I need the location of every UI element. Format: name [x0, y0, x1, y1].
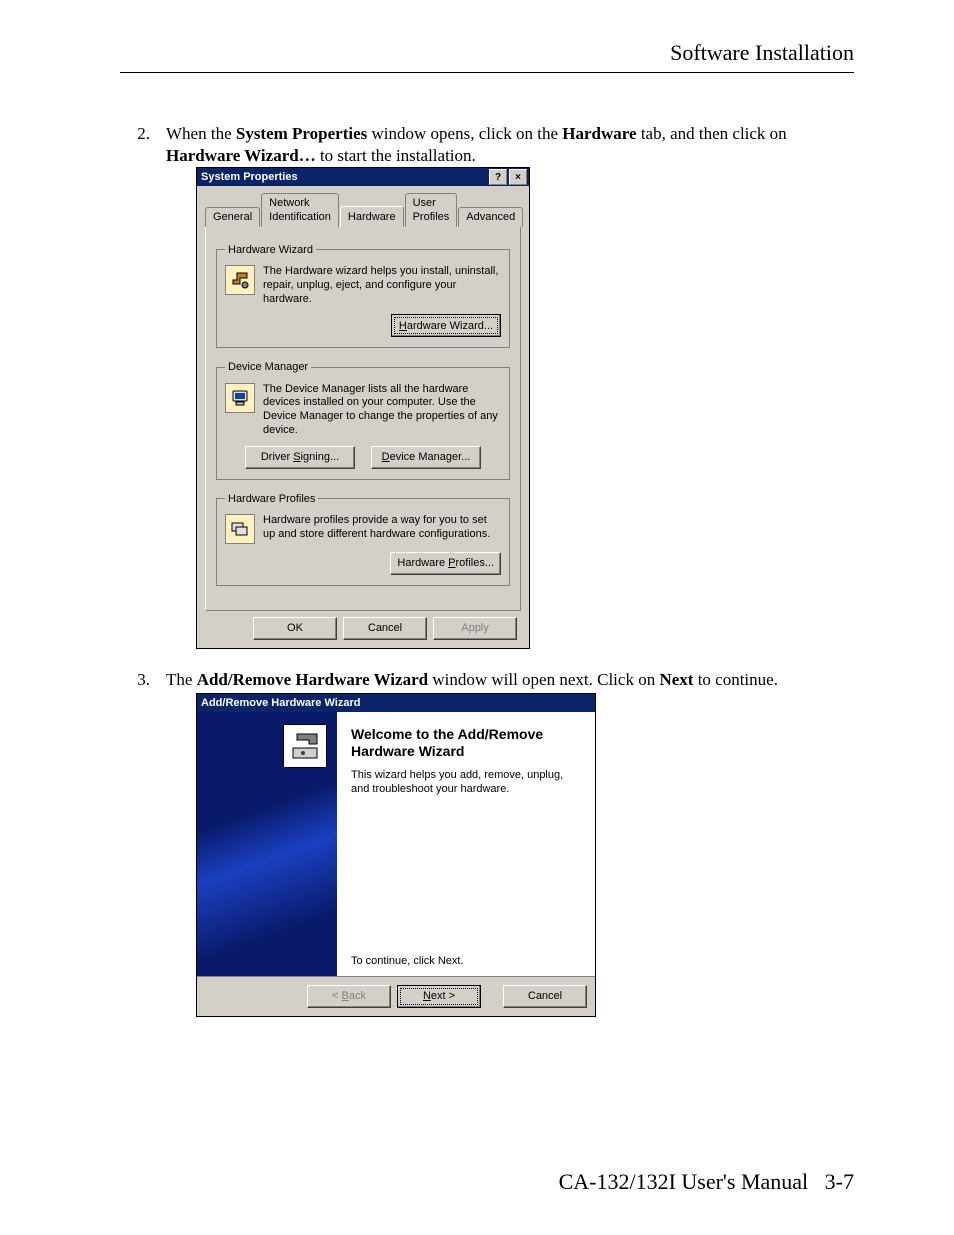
instruction-step-2: 2. When the System Properties window ope…	[120, 123, 854, 649]
tab-general[interactable]: General	[205, 207, 260, 226]
group-text: Hardware profiles provide a way for you …	[263, 514, 501, 544]
driver-signing-button[interactable]: Driver Signing...	[245, 446, 355, 469]
help-icon[interactable]: ?	[489, 169, 507, 185]
group-legend: Hardware Wizard	[225, 243, 316, 257]
wizard-heading: Welcome to the Add/Remove Hardware Wizar…	[351, 726, 581, 760]
step-number: 2.	[120, 123, 166, 649]
system-properties-dialog: System Properties ? × General Network Id…	[196, 167, 530, 649]
tab-user-profiles[interactable]: User Profiles	[405, 193, 458, 227]
wizard-icon	[283, 724, 327, 768]
titlebar[interactable]: System Properties ? ×	[197, 168, 529, 186]
ok-button[interactable]: OK	[253, 617, 337, 640]
titlebar[interactable]: Add/Remove Hardware Wizard	[197, 694, 595, 712]
hardware-profiles-icon	[225, 514, 255, 544]
step-body: The Add/Remove Hardware Wizard window wi…	[166, 669, 854, 1017]
device-manager-icon	[225, 383, 255, 413]
group-text: The Device Manager lists all the hardwar…	[263, 383, 501, 438]
dialog-title: Add/Remove Hardware Wizard	[201, 696, 593, 710]
step-body: When the System Properties window opens,…	[166, 123, 854, 649]
group-hardware-profiles: Hardware Profiles Hardware profiles prov…	[216, 492, 510, 586]
step-number: 3.	[120, 669, 166, 1017]
page-header: Software Installation	[120, 40, 854, 73]
cancel-button[interactable]: Cancel	[343, 617, 427, 640]
apply-button: Apply	[433, 617, 517, 640]
dialog-title: System Properties	[201, 170, 487, 184]
hardware-wizard-button[interactable]: Hardware Wizard...	[391, 314, 501, 337]
add-remove-hardware-wizard-dialog: Add/Remove Hardware Wizard Welcome to th…	[196, 693, 596, 1017]
hardware-wizard-icon	[225, 265, 255, 295]
wizard-description: This wizard helps you add, remove, unplu…	[351, 768, 581, 797]
instruction-step-3: 3. The Add/Remove Hardware Wizard window…	[120, 669, 854, 1017]
next-button[interactable]: Next >	[397, 985, 481, 1008]
tab-network-identification[interactable]: Network Identification	[261, 193, 339, 227]
tab-strip: General Network Identification Hardware …	[205, 192, 521, 226]
device-manager-button[interactable]: Device Manager...	[371, 446, 481, 469]
close-icon[interactable]: ×	[509, 169, 527, 185]
back-button: < Back	[307, 985, 391, 1008]
group-legend: Device Manager	[225, 360, 311, 374]
group-device-manager: Device Manager The Device Manager lists …	[216, 360, 510, 479]
cancel-button[interactable]: Cancel	[503, 985, 587, 1008]
tab-panel-hardware: Hardware Wizard The Hardware wizard help…	[205, 226, 521, 611]
wizard-continue-hint: To continue, click Next.	[351, 954, 581, 968]
wizard-sidebar-graphic	[197, 712, 337, 976]
page-footer: CA-132/132I User's Manual 3-7	[559, 1169, 854, 1195]
group-hardware-wizard: Hardware Wizard The Hardware wizard help…	[216, 243, 510, 349]
group-text: The Hardware wizard helps you install, u…	[263, 265, 501, 306]
hardware-profiles-button[interactable]: Hardware Profiles...	[390, 552, 501, 575]
group-legend: Hardware Profiles	[225, 492, 318, 506]
tab-hardware[interactable]: Hardware	[340, 206, 404, 226]
tab-advanced[interactable]: Advanced	[458, 207, 523, 226]
